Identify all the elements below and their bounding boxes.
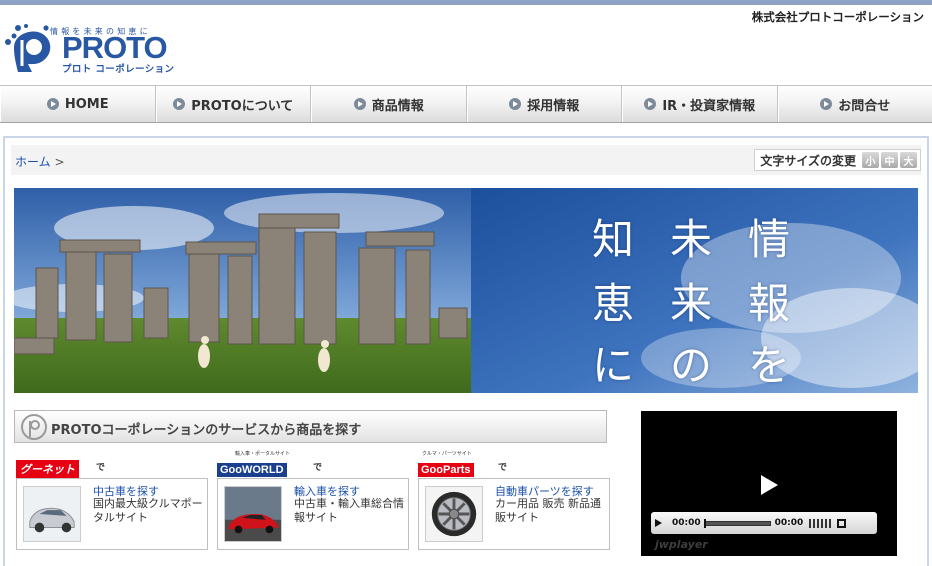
arrow-right-icon	[47, 98, 59, 110]
hero-char: に	[592, 332, 634, 393]
goonet-logo-text: グーネット	[16, 460, 79, 478]
service-de: で	[313, 460, 322, 473]
hero-banner: 情 報 を 未 来 の 知 恵 に	[14, 188, 918, 393]
service-description: 国内最大級クルマポータルサイト	[93, 497, 208, 525]
arrow-right-icon	[644, 98, 656, 110]
hero-char: 報	[748, 270, 790, 331]
nav-home[interactable]: HOME	[0, 86, 156, 122]
nav-products[interactable]: 商品情報	[311, 86, 467, 122]
gooparts-logo: クルマ・パーツサイト GooParts	[418, 458, 492, 474]
player-watermark: jwplayer	[655, 538, 708, 551]
service-gooworld[interactable]: 輸入車・ポータルサイト GooWORLD で 輸入車を探す 中古車・輸入車総合情…	[217, 458, 409, 552]
service-de: で	[96, 460, 105, 473]
breadcrumb-separator: >	[54, 155, 64, 169]
nav-label: IR・投資家情報	[662, 95, 755, 114]
wheel-photo	[425, 486, 483, 542]
service-description: カー用品 販売 新品通販サイト	[495, 497, 610, 525]
service-card[interactable]: 輸入車を探す 中古車・輸入車総合情報サイト	[217, 478, 409, 550]
video-player[interactable]: 00:00 00:00 jwplayer	[641, 411, 897, 556]
hero-char: 来	[670, 270, 712, 331]
player-controls: 00:00 00:00	[651, 512, 877, 534]
seek-bar[interactable]	[705, 521, 771, 526]
services-title: PROTOコーポレーションのサービスから商品を探す	[51, 419, 361, 438]
breadcrumb-bar: ホーム > 文字サイズの変更 小 中 大	[11, 145, 921, 175]
main-content: ホーム > 文字サイズの変更 小 中 大	[3, 136, 929, 566]
service-card[interactable]: 中古車を探す 国内最大級クルマポータルサイト	[16, 478, 208, 550]
arrow-right-icon	[820, 98, 832, 110]
font-size-small-button[interactable]: 小	[862, 152, 879, 168]
nav-label: お問合せ	[838, 95, 890, 114]
top-accent-bar	[0, 0, 932, 5]
play-icon[interactable]	[761, 475, 778, 495]
hero-char: の	[670, 332, 712, 393]
logo-mark-icon	[4, 22, 60, 74]
hero-char: 恵	[592, 270, 634, 331]
nav-label: PROTOについて	[191, 95, 293, 114]
breadcrumb-home-link[interactable]: ホーム	[15, 155, 51, 169]
logo-kana: プロト コーポレーション	[62, 61, 174, 75]
nav-about[interactable]: PROTOについて	[156, 86, 312, 122]
arrow-right-icon	[509, 98, 521, 110]
hero-char: 未	[670, 206, 712, 267]
nav-recruit[interactable]: 採用情報	[467, 86, 623, 122]
font-size-medium-button[interactable]: 中	[881, 152, 898, 168]
control-play-icon[interactable]	[655, 519, 662, 527]
font-size-label: 文字サイズの変更	[760, 152, 856, 169]
nav-contact[interactable]: お問合せ	[778, 86, 932, 122]
proto-p-icon	[19, 413, 49, 441]
gooparts-logo-small: クルマ・パーツサイト	[422, 450, 472, 457]
gooworld-logo-text: GooWORLD	[217, 463, 287, 477]
hero-char: 情	[748, 206, 790, 267]
gooparts-logo-text: GooParts	[418, 463, 474, 477]
current-time: 00:00	[672, 518, 701, 528]
nav-ir[interactable]: IR・投資家情報	[622, 86, 778, 122]
service-de: で	[498, 460, 507, 473]
global-nav: HOME PROTOについて 商品情報 採用情報 IR・投資家情報 お問合せ	[0, 85, 932, 123]
proto-logo[interactable]: 情報を未来の知恵に PROTO プロト コーポレーション	[4, 12, 184, 74]
arrow-right-icon	[173, 98, 185, 110]
service-goonet[interactable]: グーネット で 中古車を探す 国内最大級クルマポータルサイト	[16, 458, 208, 552]
company-name: 株式会社プロトコーポレーション	[752, 9, 924, 25]
car-photo	[23, 486, 81, 542]
service-gooparts[interactable]: クルマ・パーツサイト GooParts で 自動車パーツを探す カー用品 販売 …	[418, 458, 610, 552]
hero-char: を	[748, 332, 790, 393]
logo-wordmark: PROTO	[62, 32, 167, 63]
stonehenge-photo	[14, 188, 471, 393]
service-card[interactable]: 自動車パーツを探す カー用品 販売 新品通販サイト	[418, 478, 610, 550]
nav-label: HOME	[65, 97, 109, 112]
services-heading: PROTOコーポレーションのサービスから商品を探す	[14, 410, 607, 443]
nav-label: 商品情報	[372, 95, 424, 114]
fullscreen-icon[interactable]	[837, 519, 846, 528]
service-description: 中古車・輸入車総合情報サイト	[294, 497, 409, 525]
gooworld-logo: 輸入車・ポータルサイト GooWORLD	[217, 458, 309, 474]
sportscar-photo	[224, 486, 282, 542]
hero-char: 知	[592, 206, 634, 267]
arrow-right-icon	[354, 98, 366, 110]
gooworld-logo-small: 輸入車・ポータルサイト	[235, 450, 290, 457]
duration: 00:00	[775, 518, 804, 528]
nav-label: 採用情報	[527, 95, 579, 114]
goonet-logo: グーネット	[16, 458, 86, 474]
font-size-large-button[interactable]: 大	[900, 152, 917, 168]
font-size-switcher: 文字サイズの変更 小 中 大	[754, 149, 921, 171]
breadcrumb: ホーム >	[15, 153, 65, 170]
volume-icon[interactable]	[809, 519, 831, 528]
